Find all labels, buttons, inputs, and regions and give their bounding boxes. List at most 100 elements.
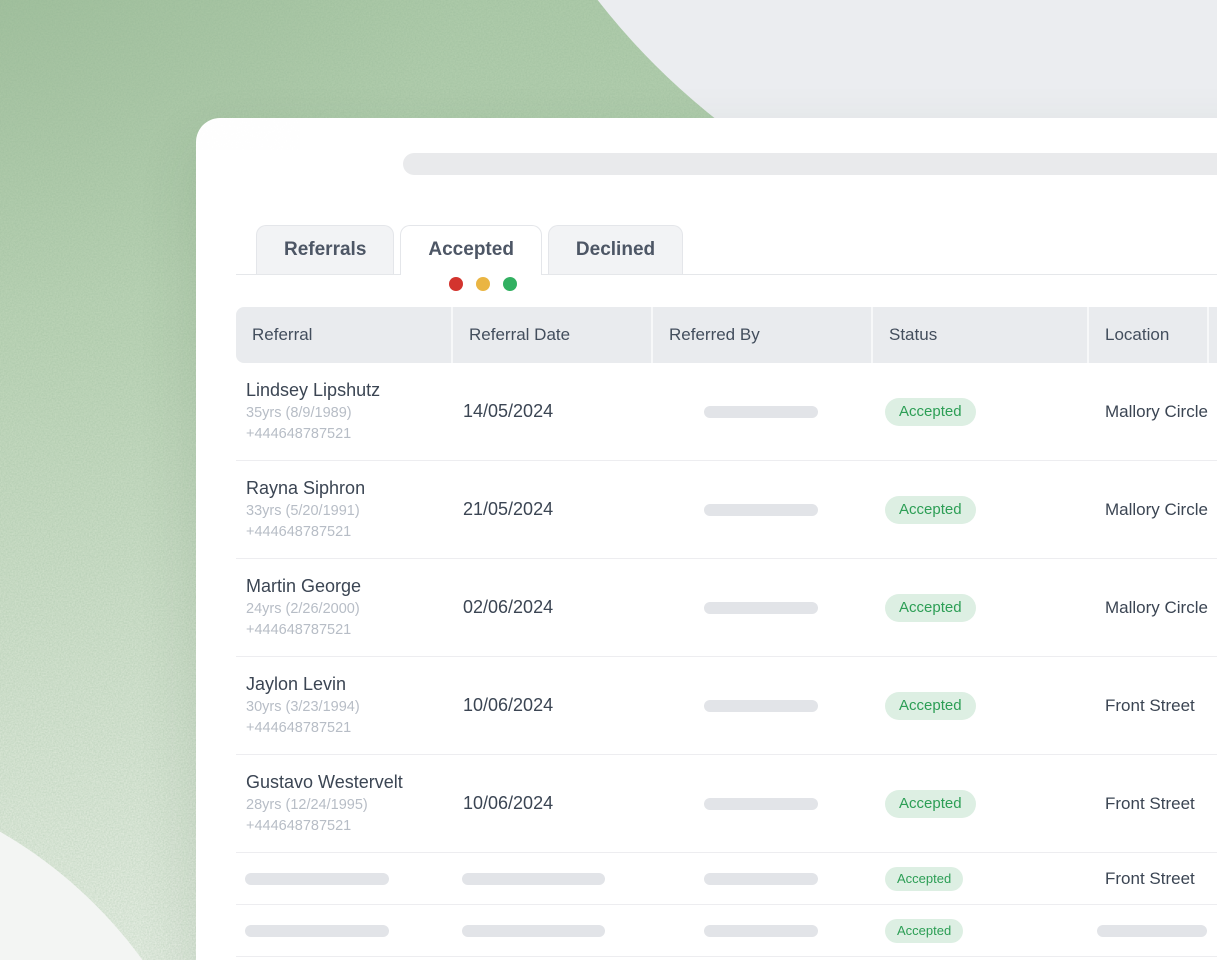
location-placeholder-bar (1097, 925, 1207, 937)
tab-declined[interactable]: Declined (548, 225, 683, 274)
referred-by-placeholder-bar (704, 602, 818, 614)
status-cell: Accepted (871, 905, 1087, 956)
tab-accepted[interactable]: Accepted (400, 225, 542, 275)
referred-by-cell (651, 853, 871, 904)
referral-age-dob: 24yrs (2/26/2000) (246, 599, 360, 620)
column-header-location: Location (1087, 307, 1207, 363)
referred-by-placeholder-bar (704, 873, 818, 885)
referral-phone: +444648787521 (246, 522, 351, 543)
referral-phone: +444648787521 (246, 620, 351, 641)
referral-name-cell: Rayna Siphron 33yrs (5/20/1991) +4446487… (236, 461, 451, 558)
referral-phone: +444648787521 (246, 718, 351, 739)
referral-date-cell: 02/06/2024 (451, 559, 651, 656)
column-header-referral-date: Referral Date (451, 307, 651, 363)
referral-name-cell (236, 853, 451, 904)
close-window-icon[interactable] (449, 277, 463, 291)
table-row-loading[interactable]: Accepted (236, 905, 1217, 957)
location-cell: Mallory Circle (1087, 363, 1207, 460)
referred-by-placeholder-bar (704, 504, 818, 516)
referral-name: Rayna Siphron (246, 476, 365, 501)
referrals-table: Referral Referral Date Referred By Statu… (236, 307, 1217, 957)
table-row[interactable]: Lindsey Lipshutz 35yrs (8/9/1989) +44464… (236, 363, 1217, 461)
location-cell: Front Street (1087, 657, 1207, 754)
browser-window: Referrals Accepted Declined Referral Ref… (196, 118, 1217, 960)
status-badge: Accepted (885, 692, 976, 720)
table-header-row: Referral Referral Date Referred By Statu… (236, 307, 1217, 363)
address-bar[interactable] (403, 153, 1217, 175)
empty-cell (1207, 461, 1217, 558)
status-badge: Accepted (885, 398, 976, 426)
referred-by-placeholder-bar (704, 798, 818, 810)
referral-age-dob: 30yrs (3/23/1994) (246, 697, 360, 718)
table-row[interactable]: Jaylon Levin 30yrs (3/23/1994) +44464878… (236, 657, 1217, 755)
table-row[interactable]: Martin George 24yrs (2/26/2000) +4446487… (236, 559, 1217, 657)
table-row[interactable]: Gustavo Westervelt 28yrs (12/24/1995) +4… (236, 755, 1217, 853)
referral-phone: +444648787521 (246, 424, 351, 445)
referral-name: Lindsey Lipshutz (246, 378, 380, 403)
tab-bar: Referrals Accepted Declined (236, 225, 1217, 275)
referral-date-cell: 10/06/2024 (451, 755, 651, 852)
location-cell: Mallory Circle (1087, 461, 1207, 558)
status-cell: Accepted (871, 461, 1087, 558)
status-cell: Accepted (871, 657, 1087, 754)
location-cell: Front Street (1087, 853, 1207, 904)
referred-by-placeholder-bar (704, 700, 818, 712)
referred-by-cell (651, 461, 871, 558)
referral-name-cell: Lindsey Lipshutz 35yrs (8/9/1989) +44464… (236, 363, 451, 460)
referred-by-cell (651, 363, 871, 460)
status-badge: Accepted (885, 594, 976, 622)
referral-name: Gustavo Westervelt (246, 770, 403, 795)
status-cell: Accepted (871, 755, 1087, 852)
referral-date-cell (451, 853, 651, 904)
referral-name: Martin George (246, 574, 361, 599)
table-row[interactable]: Rayna Siphron 33yrs (5/20/1991) +4446487… (236, 461, 1217, 559)
empty-cell (1207, 559, 1217, 656)
location-cell: Front Street (1087, 755, 1207, 852)
column-header-empty (1207, 307, 1217, 363)
empty-cell (1207, 905, 1217, 956)
status-badge: Accepted (885, 790, 976, 818)
empty-cell (1207, 853, 1217, 904)
date-placeholder-bar (462, 925, 605, 937)
tab-referrals[interactable]: Referrals (256, 225, 394, 274)
referral-name-cell: Gustavo Westervelt 28yrs (12/24/1995) +4… (236, 755, 451, 852)
column-header-status: Status (871, 307, 1087, 363)
referral-age-dob: 35yrs (8/9/1989) (246, 403, 352, 424)
status-badge: Accepted (885, 919, 963, 943)
referral-name-cell: Jaylon Levin 30yrs (3/23/1994) +44464878… (236, 657, 451, 754)
date-placeholder-bar (462, 873, 605, 885)
column-header-referral: Referral (236, 307, 451, 363)
status-cell: Accepted (871, 559, 1087, 656)
status-cell: Accepted (871, 853, 1087, 904)
column-header-referred-by: Referred By (651, 307, 871, 363)
referred-by-placeholder-bar (704, 925, 818, 937)
location-cell (1087, 905, 1207, 956)
referral-age-dob: 28yrs (12/24/1995) (246, 795, 368, 816)
referral-date-cell: 10/06/2024 (451, 657, 651, 754)
referral-date-cell (451, 905, 651, 956)
referred-by-cell (651, 657, 871, 754)
status-badge: Accepted (885, 867, 963, 891)
location-cell: Mallory Circle (1087, 559, 1207, 656)
referral-name-cell (236, 905, 451, 956)
referral-date-cell: 14/05/2024 (451, 363, 651, 460)
status-badge: Accepted (885, 496, 976, 524)
referred-by-cell (651, 755, 871, 852)
referral-name-cell: Martin George 24yrs (2/26/2000) +4446487… (236, 559, 451, 656)
referral-date-cell: 21/05/2024 (451, 461, 651, 558)
zoom-window-icon[interactable] (503, 277, 517, 291)
referral-name: Jaylon Levin (246, 672, 346, 697)
empty-cell (1207, 363, 1217, 460)
window-controls (449, 277, 517, 291)
referred-by-cell (651, 559, 871, 656)
empty-cell (1207, 755, 1217, 852)
status-cell: Accepted (871, 363, 1087, 460)
referral-age-dob: 33yrs (5/20/1991) (246, 501, 360, 522)
referred-by-placeholder-bar (704, 406, 818, 418)
referral-phone: +444648787521 (246, 816, 351, 837)
table-row-loading[interactable]: Accepted Front Street (236, 853, 1217, 905)
minimize-window-icon[interactable] (476, 277, 490, 291)
referred-by-cell (651, 905, 871, 956)
name-placeholder-bar (245, 873, 389, 885)
name-placeholder-bar (245, 925, 389, 937)
